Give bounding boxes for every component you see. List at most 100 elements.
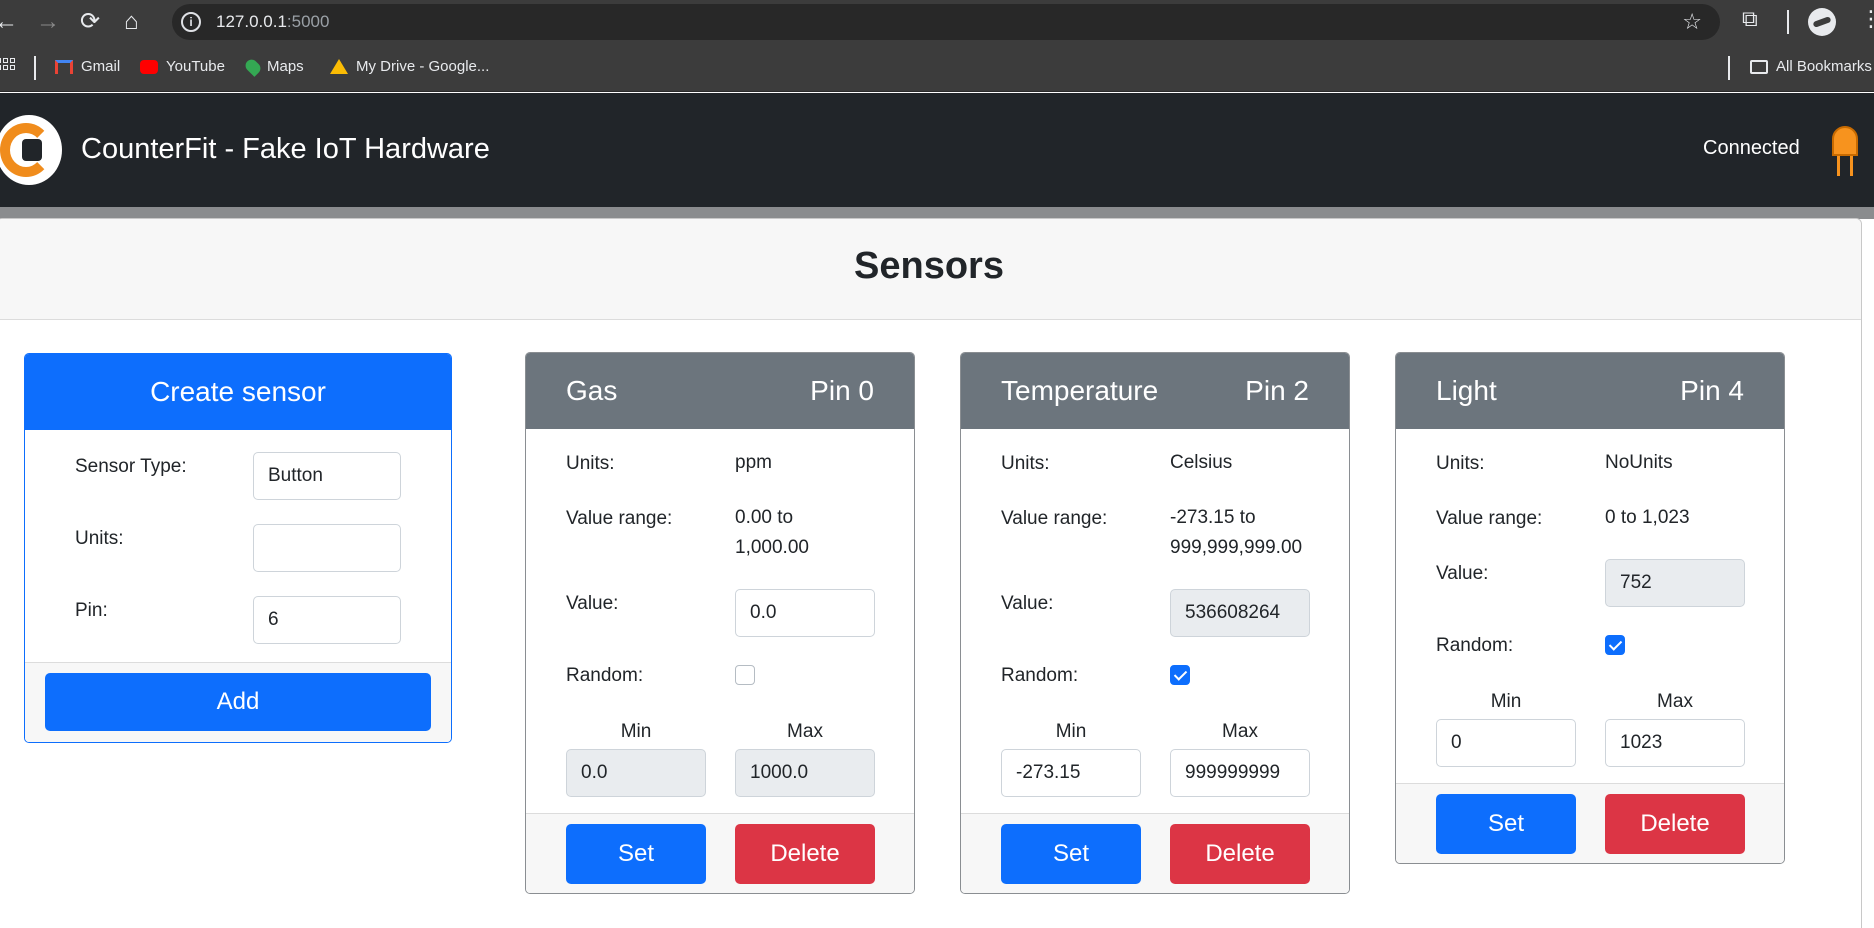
sensor-type-select[interactable]: Button bbox=[253, 452, 401, 500]
min-label: Min bbox=[1490, 691, 1522, 712]
units-label: Units: bbox=[1436, 453, 1485, 474]
bookmarks-divider-right bbox=[1728, 56, 1730, 80]
url-text: 127.0.0.1:5000 bbox=[216, 12, 330, 31]
random-label: Random: bbox=[1436, 635, 1514, 656]
sensor-pin: Pin 2 bbox=[1245, 375, 1309, 406]
home-icon[interactable]: ⌂ bbox=[124, 10, 139, 34]
sensor-card-header: Temperature Pin 2 bbox=[961, 353, 1349, 429]
bookmark-star-icon[interactable]: ☆ bbox=[1682, 9, 1702, 35]
site-info-icon[interactable]: i bbox=[181, 12, 201, 32]
counterfit-logo bbox=[0, 115, 62, 185]
sensor-type-label: Sensor Type: bbox=[75, 456, 187, 477]
random-checkbox[interactable] bbox=[1170, 665, 1190, 685]
sensor-card-footer: Set Delete bbox=[526, 813, 914, 893]
random-checkbox[interactable] bbox=[1605, 635, 1625, 655]
sensor-card-header: Light Pin 4 bbox=[1396, 353, 1784, 429]
delete-button[interactable]: Delete bbox=[735, 824, 875, 884]
app-title: CounterFit - Fake IoT Hardware bbox=[81, 133, 490, 165]
units-value: NoUnits bbox=[1605, 452, 1673, 473]
pin-input[interactable]: 6 bbox=[253, 596, 401, 644]
profile-avatar[interactable] bbox=[1808, 8, 1836, 36]
create-sensor-header: Create sensor bbox=[25, 354, 451, 430]
units-label: Units: bbox=[566, 453, 615, 474]
back-icon[interactable]: ← bbox=[0, 10, 18, 34]
value-range-value: 0 to 1,023 bbox=[1605, 507, 1690, 528]
address-bar[interactable]: i 127.0.0.1:5000 ☆ bbox=[172, 4, 1720, 40]
bookmark-gmail[interactable]: Gmail bbox=[55, 58, 120, 75]
min-label: Min bbox=[620, 721, 652, 742]
delete-button[interactable]: Delete bbox=[1170, 824, 1310, 884]
add-sensor-button[interactable]: Add bbox=[45, 673, 431, 731]
youtube-icon bbox=[140, 59, 158, 74]
max-label: Max bbox=[1222, 721, 1258, 742]
led-icon bbox=[1830, 126, 1860, 176]
set-button[interactable]: Set bbox=[1436, 794, 1576, 854]
gmail-icon bbox=[55, 59, 73, 74]
value-input[interactable]: 536608264 bbox=[1170, 589, 1310, 637]
sensor-card-header: Gas Pin 0 bbox=[526, 353, 914, 429]
pin-label: Pin: bbox=[75, 600, 108, 621]
delete-button[interactable]: Delete bbox=[1605, 794, 1745, 854]
bookmarks-divider bbox=[34, 56, 36, 80]
forward-icon[interactable]: → bbox=[36, 10, 60, 34]
max-label: Max bbox=[787, 721, 823, 742]
create-sensor-title: Create sensor bbox=[150, 376, 326, 407]
page-title: Sensors bbox=[854, 245, 1004, 287]
sensor-card-gas: Gas Pin 0 Units: ppm Value range: 0.00 t… bbox=[525, 352, 915, 894]
min-input[interactable]: -273.15 bbox=[1001, 749, 1141, 797]
sensor-pin: Pin 0 bbox=[810, 375, 874, 406]
sensors-panel: Sensors Create sensor Sensor Type: Butto… bbox=[0, 218, 1862, 928]
value-input[interactable]: 0.0 bbox=[735, 589, 875, 637]
min-input[interactable]: 0 bbox=[1436, 719, 1576, 767]
units-value: Celsius bbox=[1170, 452, 1233, 473]
create-sensor-card: Create sensor Sensor Type: Button Units:… bbox=[24, 353, 452, 743]
bookmark-maps[interactable]: Maps bbox=[243, 56, 304, 77]
reload-icon[interactable]: ⟳ bbox=[80, 10, 100, 34]
sensor-name: Light bbox=[1436, 375, 1497, 406]
sensor-card-temperature: Temperature Pin 2 Units: Celsius Value r… bbox=[960, 352, 1350, 894]
value-range-line-2: 999,999,999.00 bbox=[1170, 537, 1303, 558]
value-range-label: Value range: bbox=[1001, 508, 1108, 529]
value-range-line-2: 1,000.00 bbox=[735, 537, 809, 558]
units-label: Units: bbox=[1001, 453, 1050, 474]
random-checkbox[interactable] bbox=[735, 665, 755, 685]
value-range-label: Value range: bbox=[566, 508, 673, 529]
browser-toolbar: ← → ⟳ ⌂ i 127.0.0.1:5000 ☆ ⧉ ⋮ bbox=[0, 0, 1874, 44]
max-input[interactable]: 999999999 bbox=[1170, 749, 1310, 797]
value-input[interactable]: 752 bbox=[1605, 559, 1745, 607]
random-label: Random: bbox=[1001, 665, 1079, 686]
units-input[interactable] bbox=[253, 524, 401, 572]
sensor-card-light: Light Pin 4 Units: NoUnits Value range: … bbox=[1395, 352, 1785, 864]
sensor-pin: Pin 4 bbox=[1680, 375, 1744, 406]
min-input[interactable]: 0.0 bbox=[566, 749, 706, 797]
min-label: Min bbox=[1055, 721, 1087, 742]
random-label: Random: bbox=[566, 665, 644, 686]
maps-icon bbox=[243, 56, 263, 77]
value-range-line-1: 0.00 to bbox=[735, 507, 794, 528]
value-label: Value: bbox=[1001, 593, 1054, 614]
menu-icon[interactable]: ⋮ bbox=[1860, 6, 1874, 32]
drive-icon bbox=[330, 59, 348, 74]
set-button[interactable]: Set bbox=[566, 824, 706, 884]
toolbar-divider bbox=[1787, 10, 1789, 34]
sensor-card-footer: Set Delete bbox=[1396, 783, 1784, 863]
bookmarks-bar: Gmail YouTube Maps My Drive - Google... … bbox=[0, 44, 1874, 92]
value-label: Value: bbox=[566, 593, 619, 614]
set-button[interactable]: Set bbox=[1001, 824, 1141, 884]
units-value: ppm bbox=[735, 452, 772, 473]
max-label: Max bbox=[1657, 691, 1693, 712]
bookmark-youtube[interactable]: YouTube bbox=[140, 58, 225, 75]
max-input[interactable]: 1000.0 bbox=[735, 749, 875, 797]
apps-icon[interactable] bbox=[0, 58, 15, 70]
folder-icon bbox=[1750, 59, 1768, 74]
bookmark-drive[interactable]: My Drive - Google... bbox=[330, 58, 489, 75]
value-range-line-1: -273.15 to bbox=[1170, 507, 1256, 528]
value-label: Value: bbox=[1436, 563, 1489, 584]
sensor-name: Gas bbox=[566, 375, 618, 406]
all-bookmarks[interactable]: All Bookmarks bbox=[1750, 58, 1872, 75]
sensor-card-footer: Set Delete bbox=[961, 813, 1349, 893]
create-sensor-footer: Add bbox=[25, 662, 451, 742]
extensions-icon[interactable]: ⧉ bbox=[1742, 6, 1758, 32]
max-input[interactable]: 1023 bbox=[1605, 719, 1745, 767]
sensor-name: Temperature bbox=[1001, 375, 1159, 406]
